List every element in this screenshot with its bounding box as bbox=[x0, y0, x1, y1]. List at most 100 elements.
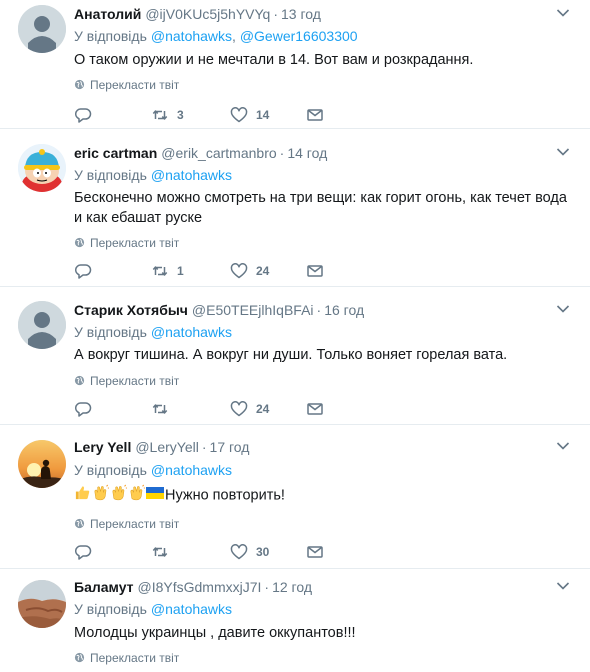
user-handle[interactable]: @erik_cartmanbro bbox=[161, 145, 276, 161]
timestamp[interactable]: 16 год bbox=[324, 302, 364, 318]
retweet-button[interactable] bbox=[151, 399, 177, 419]
translate-link[interactable]: Перекласти твіт bbox=[74, 373, 179, 389]
chevron-down-icon[interactable] bbox=[556, 304, 570, 314]
tweet-header: Анатолий @ijV0KUc5j5hYVYq · 13 год bbox=[74, 5, 321, 23]
translate-label: Перекласти твіт bbox=[90, 78, 180, 92]
display-name[interactable]: Анатолий bbox=[74, 6, 141, 22]
retweet-icon bbox=[152, 266, 168, 276]
globe-icon bbox=[74, 652, 85, 663]
chevron-down-icon[interactable] bbox=[556, 147, 570, 157]
retweet-button[interactable]: 3 bbox=[151, 105, 184, 125]
reply-button[interactable] bbox=[74, 542, 92, 562]
chevron-down-icon[interactable] bbox=[556, 581, 570, 591]
envelope-icon bbox=[307, 403, 323, 415]
translate-label: Перекласти твіт bbox=[90, 517, 180, 531]
reply-prefix: У відповідь bbox=[74, 324, 147, 340]
default-avatar-icon bbox=[18, 301, 66, 349]
heart-icon bbox=[230, 263, 248, 279]
avatar[interactable] bbox=[18, 301, 66, 349]
reply-button[interactable] bbox=[74, 399, 92, 419]
translate-link[interactable]: Перекласти твіт bbox=[74, 77, 179, 93]
mention-link[interactable]: @Gewer16603300 bbox=[240, 28, 358, 44]
heart-icon bbox=[230, 401, 248, 417]
retweet-count: 3 bbox=[177, 108, 184, 122]
avatar[interactable] bbox=[18, 580, 66, 628]
reply-icon bbox=[75, 402, 92, 417]
display-name[interactable]: Lery Yell bbox=[74, 439, 131, 455]
mention-separator: , bbox=[232, 28, 240, 44]
tweet[interactable]: Баламут @I8YfsGdmmxxjJ7I · 12 год У відпові… bbox=[0, 569, 590, 672]
translate-label: Перекласти твіт bbox=[90, 651, 180, 665]
translate-link[interactable]: Перекласти твіт bbox=[74, 650, 179, 666]
tweet-actions: 1 24 bbox=[74, 261, 334, 281]
sunset-avatar-icon bbox=[18, 440, 66, 488]
heart-icon bbox=[230, 107, 248, 123]
direct-message-button[interactable] bbox=[306, 261, 324, 281]
reply-prefix: У відповідь bbox=[74, 462, 147, 478]
tweet-actions: 30 bbox=[74, 542, 334, 562]
translate-link[interactable]: Перекласти твіт bbox=[74, 235, 179, 251]
display-name[interactable]: Старик Хотябыч bbox=[74, 302, 188, 318]
separator-dot: · bbox=[264, 579, 270, 595]
tweet-text: Молодцы украинцы , давите оккупантов!!! bbox=[74, 625, 356, 641]
reply-icon bbox=[75, 264, 92, 279]
like-button[interactable]: 30 bbox=[230, 542, 269, 562]
reply-icon bbox=[75, 545, 92, 560]
timestamp[interactable]: 14 год bbox=[287, 145, 327, 161]
reply-context: У відповідь @natohawks, @Gewer16603300 bbox=[74, 27, 358, 45]
like-button[interactable]: 24 bbox=[230, 399, 269, 419]
mention-link[interactable]: @natohawks bbox=[151, 324, 232, 340]
default-avatar-icon bbox=[18, 5, 66, 53]
user-handle[interactable]: @LeryYell bbox=[135, 439, 199, 455]
reply-context: У відповідь @natohawks bbox=[74, 461, 232, 479]
tweet-text-row: Нужно повторить! bbox=[74, 484, 570, 507]
globe-icon bbox=[74, 375, 85, 386]
direct-message-button[interactable] bbox=[306, 399, 324, 419]
user-handle[interactable]: @ijV0KUc5j5hYVYq bbox=[145, 6, 270, 22]
mention-link[interactable]: @natohawks bbox=[151, 167, 232, 183]
like-button[interactable]: 24 bbox=[230, 261, 269, 281]
user-handle[interactable]: @E50TEEjlhIqBFAi bbox=[192, 302, 314, 318]
retweet-icon bbox=[152, 404, 168, 414]
tweet-header: Старик Хотябыч @E50TEEjlhIqBFAi · 16 год bbox=[74, 301, 364, 319]
separator-dot: · bbox=[316, 302, 322, 318]
mention-link[interactable]: @natohawks bbox=[151, 28, 232, 44]
direct-message-button[interactable] bbox=[306, 542, 324, 562]
like-count: 24 bbox=[256, 402, 270, 416]
display-name[interactable]: Баламут bbox=[74, 579, 134, 595]
clapping-hands-emoji-icon bbox=[128, 484, 146, 507]
tweet[interactable]: eric cartman @erik_cartmanbro · 14 год У ві… bbox=[0, 129, 590, 287]
tweet-actions: 24 bbox=[74, 399, 334, 419]
tweet[interactable]: Lery Yell @LeryYell · 17 год У відповідь @na… bbox=[0, 425, 590, 569]
tweet[interactable]: Старик Хотябыч @E50TEEjlhIqBFAi · 16 год У … bbox=[0, 287, 590, 425]
mention-link[interactable]: @natohawks bbox=[151, 601, 232, 617]
clapping-hands-emoji-icon bbox=[92, 484, 110, 507]
chevron-down-icon[interactable] bbox=[556, 8, 570, 18]
reply-prefix: У відповідь bbox=[74, 601, 147, 617]
display-name[interactable]: eric cartman bbox=[74, 145, 157, 161]
avatar[interactable] bbox=[18, 440, 66, 488]
tweet-actions: 3 14 bbox=[74, 105, 334, 125]
direct-message-button[interactable] bbox=[306, 105, 324, 125]
user-handle[interactable]: @I8YfsGdmmxxjJ7I bbox=[138, 579, 262, 595]
like-count: 14 bbox=[256, 108, 270, 122]
thumbs-up-emoji-icon bbox=[74, 484, 91, 507]
timestamp[interactable]: 13 год bbox=[281, 6, 321, 22]
cartman-avatar-icon bbox=[18, 144, 66, 192]
tweet-text: О таком оружии и не мечтали в 14. Вот ва… bbox=[74, 52, 474, 68]
retweet-button[interactable] bbox=[151, 542, 177, 562]
translate-label: Перекласти твіт bbox=[90, 236, 180, 250]
reply-button[interactable] bbox=[74, 105, 92, 125]
chevron-down-icon[interactable] bbox=[556, 441, 570, 451]
timestamp[interactable]: 17 год bbox=[210, 439, 250, 455]
translate-link[interactable]: Перекласти твіт bbox=[74, 516, 179, 532]
timestamp[interactable]: 12 год bbox=[272, 579, 312, 595]
clapping-hands-emoji-icon bbox=[110, 484, 128, 507]
avatar[interactable] bbox=[18, 144, 66, 192]
avatar[interactable] bbox=[18, 5, 66, 53]
reply-button[interactable] bbox=[74, 261, 92, 281]
like-button[interactable]: 14 bbox=[230, 105, 269, 125]
retweet-button[interactable]: 1 bbox=[151, 261, 184, 281]
mention-link[interactable]: @natohawks bbox=[151, 462, 232, 478]
tweet[interactable]: Анатолий @ijV0KUc5j5hYVYq · 13 год У відпов… bbox=[0, 0, 590, 129]
